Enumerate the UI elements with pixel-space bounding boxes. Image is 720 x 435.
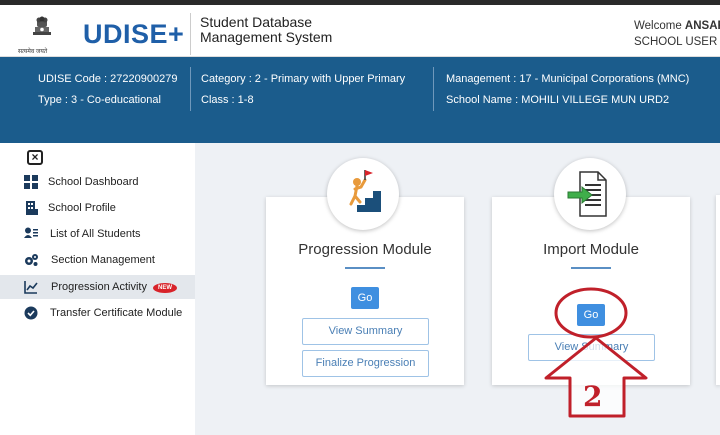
udise-logo[interactable]: UDISE+ bbox=[83, 19, 184, 50]
building-icon bbox=[26, 201, 38, 215]
info-divider bbox=[190, 67, 191, 111]
app-title-line2: Management System bbox=[200, 29, 333, 45]
chart-line-icon bbox=[24, 281, 38, 294]
sidebar-item-school-profile[interactable]: School Profile bbox=[0, 196, 195, 220]
climbing-stairs-icon bbox=[347, 170, 381, 212]
progression-view-summary-button[interactable]: View Summary bbox=[302, 318, 429, 345]
sidebar-item-list-of-all-students[interactable]: List of All Students bbox=[0, 222, 195, 246]
students-list-icon bbox=[24, 227, 38, 238]
import-module-icon-circle bbox=[554, 158, 626, 230]
next-module-card-partial bbox=[716, 195, 720, 385]
app-title: Student Database Management System bbox=[200, 15, 332, 45]
user-name: ANSAR bbox=[684, 20, 720, 32]
sidebar-item-progression-activity[interactable]: Progression Activity NEW bbox=[0, 275, 195, 299]
shield-check-icon bbox=[24, 306, 38, 320]
user-role: SCHOOL USER bbox=[634, 36, 718, 48]
import-go-button[interactable]: Go bbox=[577, 304, 605, 326]
cogs-icon bbox=[25, 254, 38, 266]
sidebar-item-transfer-certificate-module[interactable]: Transfer Certificate Module bbox=[0, 301, 195, 325]
welcome-text: Welcome bbox=[634, 20, 682, 32]
import-view-summary-button[interactable]: View Summary bbox=[528, 334, 655, 361]
school-name: School Name : MOHILI VILLEGE MUN URD2 bbox=[446, 94, 670, 106]
school-type: Type : 3 - Co-educational bbox=[38, 94, 161, 106]
close-sidebar-button[interactable]: × bbox=[27, 150, 43, 165]
school-category: Category : 2 - Primary with Upper Primar… bbox=[201, 73, 406, 85]
progression-go-button[interactable]: Go bbox=[351, 287, 379, 309]
card-title: Progression Module bbox=[298, 241, 432, 258]
udise-code: UDISE Code : 27220900279 bbox=[38, 73, 178, 85]
annotation-step-number: 2 bbox=[583, 380, 603, 413]
info-col-1: UDISE Code : 27220900279 Type : 3 - Co-e… bbox=[38, 69, 177, 111]
header-divider bbox=[190, 13, 191, 55]
emblem-caption: सत्यमेव जयते bbox=[18, 49, 48, 55]
sidebar-item-label: School Profile bbox=[48, 202, 116, 214]
sidebar-item-label: Transfer Certificate Module bbox=[50, 307, 183, 319]
sidebar-item-label: School Dashboard bbox=[48, 176, 139, 188]
card-title: Import Module bbox=[543, 241, 639, 258]
welcome-block[interactable]: Welcome ANSAR SCHOOL USER bbox=[634, 18, 720, 50]
sidebar-item-school-dashboard[interactable]: School Dashboard bbox=[0, 170, 195, 194]
new-badge: NEW bbox=[153, 283, 177, 293]
info-col-2: Category : 2 - Primary with Upper Primar… bbox=[201, 69, 405, 111]
sidebar-item-label: List of All Students bbox=[50, 228, 141, 240]
info-col-3: Management : 17 - Municipal Corporations… bbox=[446, 69, 689, 111]
school-info-bar: UDISE Code : 27220900279 Type : 3 - Co-e… bbox=[0, 57, 720, 143]
sidebar-item-section-management[interactable]: Section Management bbox=[0, 248, 195, 272]
app-title-line1: Student Database bbox=[200, 14, 313, 30]
dashboard-icon bbox=[24, 175, 38, 189]
management-type: Management : 17 - Municipal Corporations… bbox=[446, 73, 690, 85]
sidebar-item-label: Section Management bbox=[51, 254, 155, 266]
progression-module-icon-circle bbox=[327, 158, 399, 230]
info-divider bbox=[433, 67, 434, 111]
sidebar: × School Dashboard School Profile List o… bbox=[0, 143, 195, 435]
app-header: सत्यमेव जयते UDISE+ Student Database Man… bbox=[0, 5, 720, 57]
sidebar-item-label: Progression Activity bbox=[51, 281, 147, 293]
title-underline bbox=[345, 267, 385, 269]
class-range: Class : 1-8 bbox=[201, 94, 254, 106]
title-underline bbox=[571, 267, 611, 269]
finalize-progression-button[interactable]: Finalize Progression bbox=[302, 350, 429, 377]
document-import-icon bbox=[567, 171, 607, 217]
